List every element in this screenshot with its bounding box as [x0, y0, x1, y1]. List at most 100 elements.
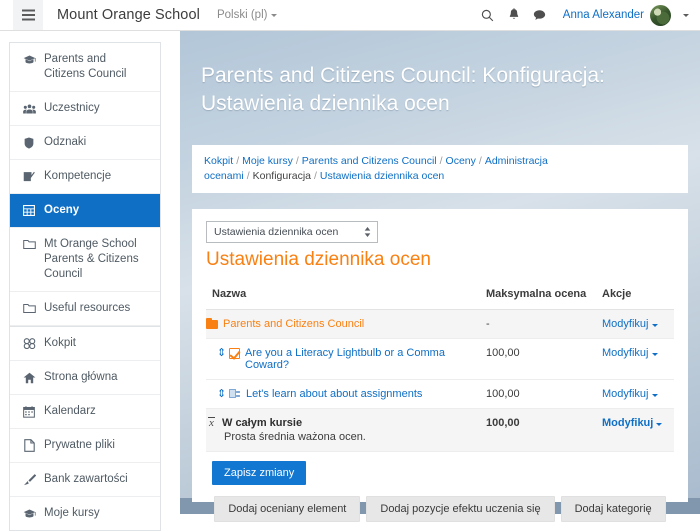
hamburger-bars — [21, 14, 35, 16]
table-row: Parents and Citizens Council - Modyfikuj — [206, 309, 674, 339]
table-row: ⇕ Are you a Literacy Lightbulb or a Comm… — [206, 338, 674, 380]
navbar-actions: Anna Alexander — [475, 2, 689, 28]
modify-label: Modyfikuj — [602, 318, 649, 330]
shield-icon — [22, 135, 36, 150]
grade-item-link[interactable]: Let's learn about about assignments — [246, 388, 422, 400]
cell-max-grade: - — [486, 309, 602, 339]
user-menu-chevron-down-icon[interactable] — [683, 13, 689, 17]
assignment-icon — [229, 389, 241, 400]
file-icon — [22, 438, 36, 453]
hamburger-menu-icon[interactable] — [13, 0, 43, 30]
breadcrumb-item-konfiguracja: Konfiguracja — [252, 170, 311, 182]
page-title: Parents and Citizens Council: Konfigurac… — [201, 64, 605, 116]
sidebar-item-label: Bank zawartości — [44, 473, 128, 485]
site-brand[interactable]: Mount Orange School — [57, 7, 200, 23]
language-menu[interactable]: Polski (pl) — [216, 9, 278, 21]
modify-label: Modyfikuj — [602, 417, 654, 429]
jump-select-value: Ustawienia dziennika ocen — [214, 226, 339, 238]
breadcrumb-separator: / — [295, 155, 299, 167]
sidebar-item-label: Kalendarz — [44, 405, 96, 417]
modify-label: Modyfikuj — [602, 347, 649, 359]
cell-actions: Modyfikuj — [602, 338, 674, 380]
cell-name: ⇕ Let's learn about about assignments — [206, 379, 486, 409]
modify-menu[interactable]: Modyfikuj — [602, 388, 658, 400]
folder-icon — [22, 301, 36, 316]
language-label: Polski (pl) — [216, 9, 268, 21]
modify-menu[interactable]: Modyfikuj — [602, 318, 658, 330]
chevron-down-icon — [656, 423, 663, 426]
select-updown-icon — [364, 227, 371, 237]
column-header-akcje: Akcje — [602, 288, 674, 310]
sidebar-item-useful-resources[interactable]: Useful resources — [10, 292, 160, 326]
sidebar-item-label: Parents and Citizens Council — [44, 53, 127, 80]
user-menu[interactable]: Anna Alexander — [562, 4, 671, 26]
sidebar-item-uczestnicy[interactable]: Uczestnicy — [10, 92, 160, 126]
cell-name: ⇕ Are you a Literacy Lightbulb or a Comm… — [206, 338, 486, 380]
course-total-name-cell: x W całym kursie — [206, 417, 486, 429]
sidebar-item-kokpit[interactable]: Kokpit — [10, 327, 160, 361]
folder-icon — [206, 317, 218, 329]
gradebook-setup-table: Nazwa Maksymalna ocena Akcje Parents and… — [206, 288, 674, 452]
grade-item-name-cell: ⇕ Are you a Literacy Lightbulb or a Comm… — [206, 347, 486, 371]
add-grade-item-button[interactable]: Dodaj oceniany element — [214, 496, 361, 522]
sidebar-item-kalendarz[interactable]: Kalendarz — [10, 395, 160, 429]
add-outcome-item-button[interactable]: Dodaj pozycje efektu uczenia się — [366, 496, 555, 522]
chevron-down-icon — [651, 324, 658, 327]
breadcrumb: Kokpit / Moje kursy / Parents and Citizens C… — [204, 154, 676, 184]
sidebar-item-strona-glowna[interactable]: Strona główna — [10, 361, 160, 395]
user-name: Anna Alexander — [562, 9, 644, 21]
breadcrumb-item-oceny[interactable]: Oceny — [446, 155, 476, 167]
cell-max-grade: 100,00 — [486, 379, 602, 409]
sidebar-item-odznaki[interactable]: Odznaki — [10, 126, 160, 160]
table-row: ⇕ Let's learn about about assignments 10… — [206, 379, 674, 409]
grade-category-link[interactable]: Parents and Citizens Council — [223, 318, 364, 330]
sidebar-item-label: Mt Orange School Parents & Citizens Coun… — [44, 238, 139, 280]
breadcrumb-item-kokpit[interactable]: Kokpit — [204, 155, 233, 167]
folder-icon — [22, 237, 36, 252]
brush-icon — [22, 472, 36, 487]
breadcrumb-item-moje-kursy[interactable]: Moje kursy — [242, 155, 293, 167]
sidebar-item-parents-and-citizens-council[interactable]: Parents and Citizens Council — [10, 43, 160, 92]
main-column: Parents and Citizens Council: Konfigurac… — [180, 31, 700, 522]
message-bubble-icon[interactable] — [527, 2, 553, 28]
course-total-label: W całym kursie — [222, 417, 303, 429]
sidebar-item-label: Strona główna — [44, 371, 118, 383]
modify-menu[interactable]: Modyfikuj — [602, 417, 663, 429]
quiz-icon — [229, 348, 240, 359]
gradebook-jump-select[interactable]: Ustawienia dziennika ocen — [206, 221, 378, 243]
sidebar-item-mt-orange-school-parents-citizens-council[interactable]: Mt Orange School Parents & Citizens Coun… — [10, 228, 160, 292]
sidebar-item-label: Kompetencje — [44, 170, 112, 182]
table-header-row: Nazwa Maksymalna ocena Akcje — [206, 288, 674, 310]
sidebar-item-prywatne-pliki[interactable]: Prywatne pliki — [10, 429, 160, 463]
sidebar-item-oceny[interactable]: Oceny — [10, 194, 160, 228]
sidebar-item-label: Kokpit — [44, 337, 76, 349]
modify-menu[interactable]: Modyfikuj — [602, 347, 658, 359]
grade-item-link[interactable]: Are you a Literacy Lightbulb or a Comma … — [245, 347, 486, 371]
sidebar-item-label: Odznaki — [44, 136, 87, 148]
sidebar-item-label: Uczestnicy — [44, 102, 100, 114]
breadcrumb-separator: / — [478, 155, 482, 167]
breadcrumb-item-ustawienia-dziennika-ocen[interactable]: Ustawienia dziennika ocen — [320, 170, 444, 182]
save-button[interactable]: Zapisz zmiany — [212, 461, 307, 485]
breadcrumb-separator: / — [439, 155, 443, 167]
cell-actions: Modyfikuj — [602, 408, 674, 452]
drag-handle-icon[interactable]: ⇕ — [217, 388, 226, 400]
cell-max-grade: 100,00 — [486, 338, 602, 380]
sidebar-item-kompetencje[interactable]: Kompetencje — [10, 160, 160, 194]
category-name-cell: Parents and Citizens Council — [206, 317, 486, 330]
column-header-nazwa: Nazwa — [206, 288, 486, 310]
search-icon[interactable] — [475, 2, 501, 28]
drag-handle-icon[interactable]: ⇕ — [217, 347, 226, 359]
sidebar-item-bank-zawartosci[interactable]: Bank zawartości — [10, 463, 160, 497]
add-category-button[interactable]: Dodaj kategorię — [560, 496, 666, 522]
sidebar-course-nav: Parents and Citizens Council Uczestnicy … — [9, 42, 161, 360]
breadcrumb-separator: / — [236, 155, 240, 167]
course-total-subnote: Prosta średnia ważona ocen. — [224, 431, 366, 443]
breadcrumb-item-parents-and-citizens-council[interactable]: Parents and Citizens Council — [302, 155, 437, 167]
cell-name: Parents and Citizens Council — [206, 309, 486, 339]
bell-icon[interactable] — [501, 2, 527, 28]
sidebar-item-label: Oceny — [44, 204, 80, 216]
chevron-down-icon — [271, 13, 278, 17]
graduation-cap-icon — [22, 52, 36, 67]
breadcrumb-separator: / — [246, 170, 250, 182]
